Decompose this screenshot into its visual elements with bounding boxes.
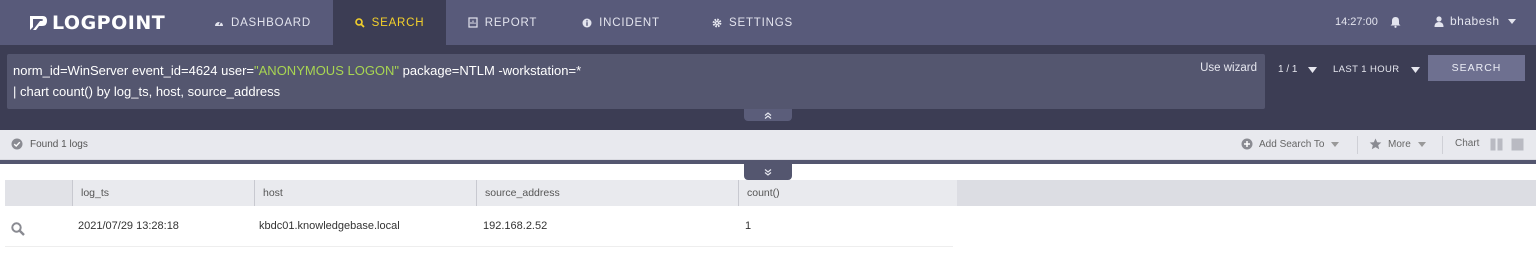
nav-dashboard-label: DASHBOARD — [230, 16, 312, 29]
chart-toggle[interactable]: Chart — [1455, 138, 1479, 149]
found-text: Found 1 logs — [30, 138, 88, 150]
query-line-2: | chart count() by log_ts, host, source_… — [13, 84, 281, 99]
time-range-selector[interactable]: LAST 1 HOUR — [1333, 64, 1420, 75]
nav-dashboard[interactable]: DASHBOARD — [200, 0, 325, 45]
nav-search-label: SEARCH — [371, 16, 425, 29]
clock-time: 14:27:00 — [1335, 16, 1378, 28]
column-view-icon[interactable] — [1490, 138, 1503, 151]
user-icon — [1434, 15, 1444, 27]
table-row[interactable]: 2021/07/29 13:28:18 kbdc01.knowledgebase… — [5, 207, 953, 247]
chevron-down-icon — [1417, 141, 1426, 147]
column-header-log-ts[interactable]: log_ts — [72, 180, 254, 206]
gear-icon — [712, 18, 722, 28]
query-highlight: "ANONYMOUS LOGON" — [254, 63, 400, 78]
check-circle-icon — [11, 138, 23, 150]
expand-toggle[interactable] — [744, 164, 792, 180]
collapse-query-toggle[interactable] — [744, 109, 792, 121]
column-header-blank — [5, 180, 72, 206]
user-menu[interactable]: bhabesh — [1434, 14, 1516, 28]
chevron-down-icon — [1410, 66, 1420, 73]
more-button[interactable]: More — [1369, 138, 1426, 150]
column-header-filler — [957, 180, 1536, 206]
chevron-down-icon — [1507, 18, 1516, 24]
nav-incident-label: INCIDENT — [599, 16, 660, 29]
search-icon — [354, 17, 365, 28]
incident-icon — [582, 18, 592, 28]
dashboard-icon — [214, 18, 224, 28]
query-line-1-prefix: norm_id=WinServer event_id=4624 user= — [13, 63, 255, 78]
query-line-1-suffix: package=NTLM -workstation=* — [399, 63, 582, 78]
nav-report-label: REPORT — [484, 16, 538, 29]
cell-count: 1 — [745, 220, 752, 232]
logpoint-logo[interactable]: LOGPOINT — [28, 11, 165, 35]
nav-incident[interactable]: INCIDENT — [566, 0, 676, 45]
top-nav: LOGPOINT DASHBOARD SEARCH REPORT INCIDEN… — [0, 0, 1536, 45]
chevron-down-icon — [1308, 66, 1318, 73]
cell-host: kbdc01.knowledgebase.local — [259, 220, 400, 232]
query-line-1: norm_id=WinServer event_id=4624 user="AN… — [13, 63, 581, 78]
time-range-label: LAST 1 HOUR — [1333, 64, 1400, 75]
nav-settings[interactable]: SETTINGS — [700, 0, 805, 45]
brand-name: LOGPOINT — [52, 12, 166, 34]
cell-source-address: 192.168.2.52 — [483, 220, 548, 232]
add-search-label: Add Search To — [1259, 138, 1325, 150]
double-chevron-up-icon — [764, 106, 772, 124]
chevron-down-icon — [1331, 141, 1340, 147]
use-wizard-link[interactable]: Use wizard — [1200, 62, 1257, 74]
toolbar-divider — [1357, 136, 1358, 154]
magnifier-icon[interactable] — [11, 222, 25, 239]
star-icon — [1369, 138, 1382, 150]
username: bhabesh — [1450, 14, 1500, 28]
found-count: Found 1 logs — [11, 138, 88, 150]
nav-search[interactable]: SEARCH — [333, 0, 446, 45]
report-icon — [468, 17, 478, 28]
search-button[interactable]: SEARCH — [1428, 55, 1525, 81]
column-header-host[interactable]: host — [254, 180, 476, 206]
more-label: More — [1388, 138, 1411, 150]
bell-icon[interactable] — [1390, 15, 1401, 33]
plus-circle-icon — [1241, 138, 1253, 150]
add-search-to-button[interactable]: Add Search To — [1241, 138, 1340, 150]
table-view-icon[interactable] — [1511, 138, 1524, 151]
nav-settings-label: SETTINGS — [729, 16, 793, 29]
results-toolbar: Found 1 logs Add Search To More Chart — [0, 130, 1536, 160]
double-chevron-down-icon — [764, 163, 772, 181]
logpoint-logo-icon — [30, 16, 47, 30]
nav-report[interactable]: REPORT — [455, 0, 550, 45]
toolbar-divider — [1442, 136, 1443, 154]
column-header-count[interactable]: count() — [738, 180, 957, 206]
query-input[interactable]: norm_id=WinServer event_id=4624 user="AN… — [7, 54, 1265, 109]
search-panel: norm_id=WinServer event_id=4624 user="AN… — [0, 45, 1536, 130]
cell-log-ts: 2021/07/29 13:28:18 — [78, 220, 179, 232]
page-indicator: 1 / 1 — [1278, 64, 1298, 75]
chart-label: Chart — [1455, 138, 1480, 149]
table-header: log_ts host source_address count() — [5, 180, 1536, 206]
page-selector[interactable]: 1 / 1 — [1278, 64, 1318, 75]
column-header-source-address[interactable]: source_address — [476, 180, 738, 206]
